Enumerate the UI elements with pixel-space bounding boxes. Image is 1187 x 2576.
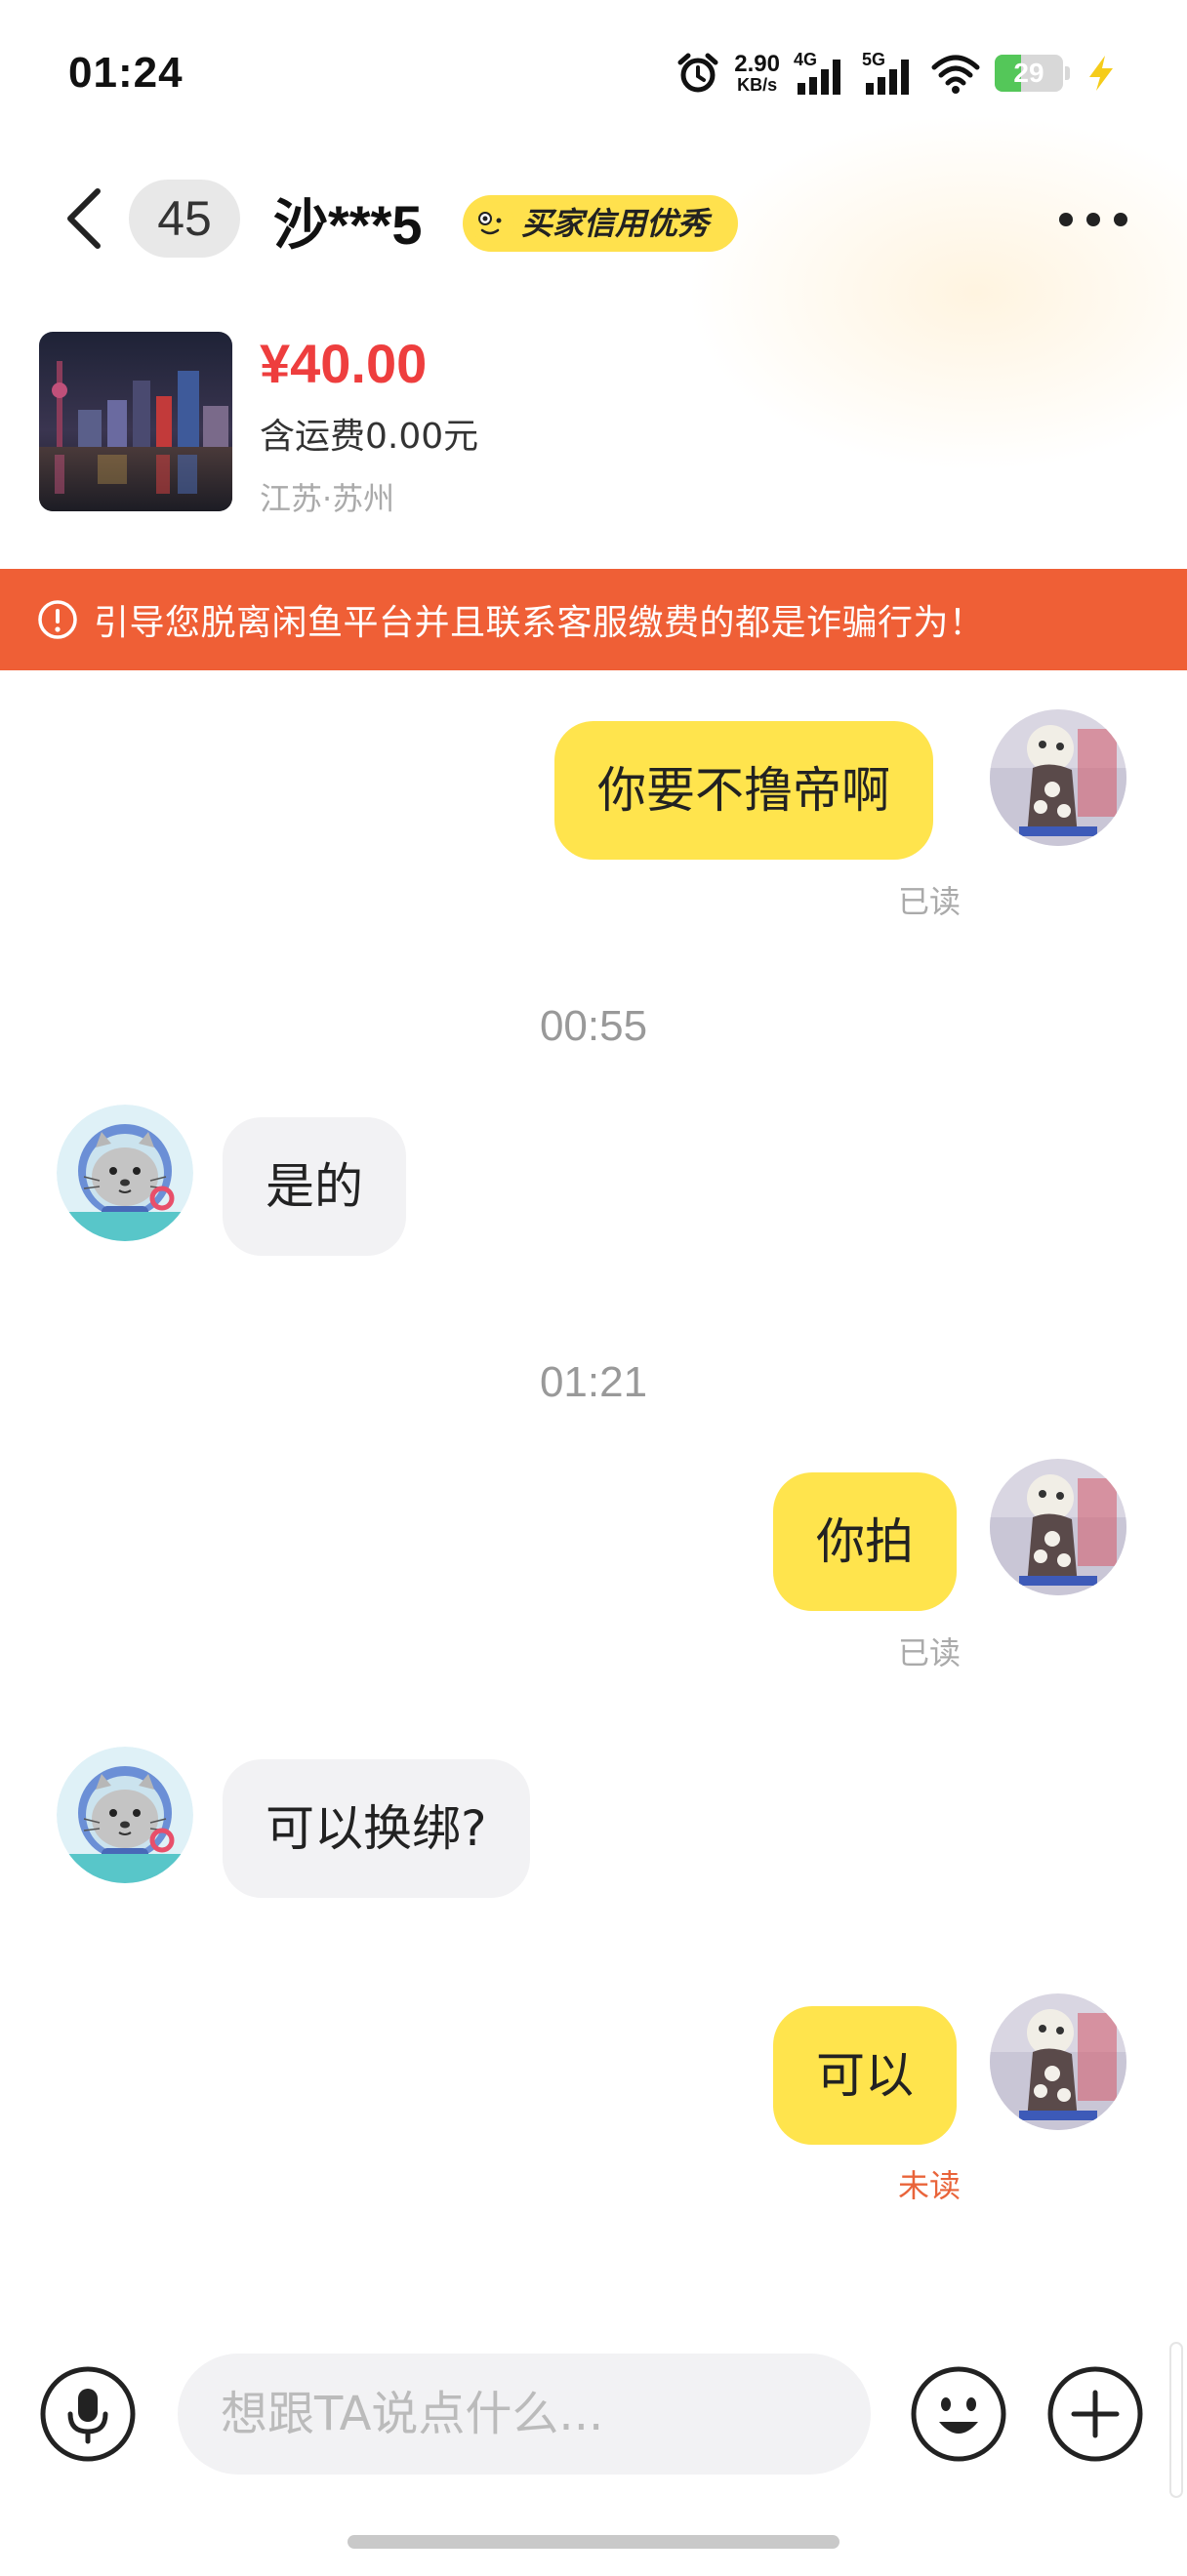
contact-nickname[interactable]: 沙***5 bbox=[273, 181, 423, 261]
signal-5g-icon: 5G bbox=[862, 50, 917, 97]
emoji-button[interactable] bbox=[910, 2365, 1007, 2463]
net-speed-unit: KB/s bbox=[737, 75, 778, 95]
chat-screen: 01:24 2.90 KB/s 4G 5G 29 45 沙***5 买家信用优秀… bbox=[0, 0, 1187, 2576]
contact-avatar[interactable] bbox=[57, 1105, 193, 1241]
more-options-button[interactable] bbox=[1054, 195, 1132, 244]
wifi-icon bbox=[931, 55, 980, 94]
fraud-warning-banner: 引导您脱离闲鱼平台并且联系客服缴费的都是诈骗行为！ bbox=[0, 569, 1187, 670]
unread-status: 未读 bbox=[898, 2167, 962, 2204]
input-bar bbox=[0, 2342, 1187, 2478]
product-shipping: 含运费0.00元 bbox=[260, 417, 479, 457]
charging-icon bbox=[1089, 56, 1113, 91]
battery-icon: 29 bbox=[995, 55, 1070, 92]
home-indicator[interactable] bbox=[348, 2535, 839, 2549]
read-status: 已读 bbox=[898, 1634, 962, 1671]
plus-icon bbox=[1047, 2366, 1143, 2462]
smiley-icon bbox=[911, 2366, 1006, 2462]
more-dots-icon bbox=[1059, 213, 1127, 226]
message-bubble-theirs[interactable]: 是的 bbox=[223, 1117, 406, 1256]
product-thumbnail[interactable] bbox=[39, 332, 232, 511]
battery-percent: 29 bbox=[1013, 58, 1044, 88]
unread-count-badge[interactable]: 45 bbox=[129, 180, 240, 258]
my-avatar[interactable] bbox=[990, 1459, 1126, 1595]
scrollbar[interactable] bbox=[1169, 2342, 1183, 2498]
product-price: ¥40.00 bbox=[260, 333, 428, 394]
alarm-icon bbox=[677, 53, 718, 93]
net-speed-value: 2.90 bbox=[734, 51, 780, 77]
status-time: 01:24 bbox=[68, 49, 184, 97]
fish-face-icon bbox=[471, 202, 514, 245]
credit-badge[interactable]: 买家信用优秀 bbox=[463, 195, 739, 252]
microphone-icon bbox=[40, 2366, 136, 2462]
product-location: 江苏·苏州 bbox=[260, 480, 395, 517]
read-status: 已读 bbox=[898, 883, 962, 920]
message-bubble-mine[interactable]: 你拍 bbox=[773, 1472, 957, 1611]
status-icons: 2.90 KB/s 4G 5G 29 bbox=[675, 49, 1119, 98]
message-input[interactable] bbox=[178, 2354, 871, 2475]
time-divider: 00:55 bbox=[539, 1002, 648, 1050]
my-avatar[interactable] bbox=[990, 709, 1126, 846]
contact-avatar[interactable] bbox=[57, 1747, 193, 1883]
warning-text: 引导您脱离闲鱼平台并且联系客服缴费的都是诈骗行为！ bbox=[94, 603, 985, 643]
battery-tip bbox=[1065, 66, 1070, 80]
net-speed: 2.90 KB/s bbox=[734, 51, 780, 95]
message-bubble-mine[interactable]: 你要不撸帝啊 bbox=[554, 721, 933, 860]
title-bar: 45 沙***5 买家信用优秀 bbox=[0, 166, 1187, 273]
message-bubble-mine[interactable]: 可以 bbox=[773, 2006, 957, 2145]
time-divider: 01:21 bbox=[539, 1358, 648, 1406]
credit-badge-label: 买家信用优秀 bbox=[521, 205, 710, 242]
signal-4g-icon: 4G bbox=[794, 50, 848, 97]
add-attachment-button[interactable] bbox=[1046, 2365, 1144, 2463]
voice-button[interactable] bbox=[39, 2365, 137, 2463]
status-bar: 01:24 2.90 KB/s 4G 5G 29 bbox=[0, 0, 1187, 146]
alert-circle-icon bbox=[38, 600, 77, 639]
message-bubble-theirs[interactable]: 可以换绑? bbox=[223, 1759, 530, 1898]
chevron-left-icon bbox=[67, 188, 101, 249]
product-card[interactable]: ¥40.00 含运费0.00元 江苏·苏州 bbox=[39, 332, 1152, 527]
message-list[interactable]: 你要不撸帝啊 已读 00:55 是的 01:21 你拍 已读 可以换绑? 可以 … bbox=[0, 670, 1187, 2329]
back-button[interactable] bbox=[55, 180, 113, 258]
battery-level: 29 bbox=[995, 55, 1063, 92]
my-avatar[interactable] bbox=[990, 1993, 1126, 2130]
